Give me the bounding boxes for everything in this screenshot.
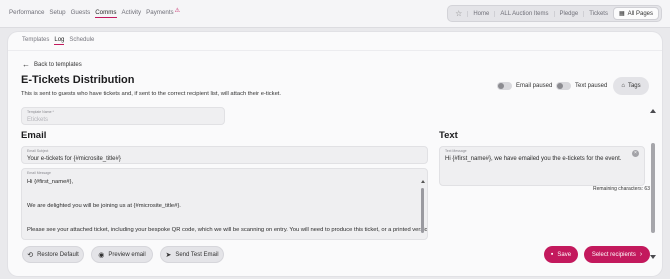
divider bbox=[8, 50, 662, 51]
nav-guests[interactable]: Guests bbox=[71, 9, 91, 18]
send-test-label: Send Test Email bbox=[175, 251, 219, 258]
scroll-up-icon[interactable] bbox=[650, 109, 656, 113]
back-label: Back to templates bbox=[34, 61, 82, 68]
message-line: We are delighted you will be joining us … bbox=[27, 203, 181, 209]
save-icon: ▪ bbox=[550, 251, 554, 258]
nav-activity[interactable]: Activity bbox=[122, 9, 142, 18]
toolbar-pledge[interactable]: Pledge bbox=[553, 10, 584, 17]
page-title: E-Tickets Distribution bbox=[21, 74, 135, 86]
save-button[interactable]: ▪ Save bbox=[544, 246, 578, 263]
email-subject-label: Email Subject bbox=[27, 149, 49, 153]
tab-templates[interactable]: Templates bbox=[22, 37, 49, 45]
email-message-body: Hi {#first_name#}, We are delighted you … bbox=[27, 178, 428, 234]
top-bar: Performance Setup Guests Comms Activity … bbox=[0, 0, 670, 28]
save-label: Save bbox=[557, 251, 572, 258]
main-panel: Templates Log Schedule ← Back to templat… bbox=[8, 32, 662, 276]
quick-toolbar: ☆ Home ALL Auction Items Pledge Tickets … bbox=[447, 5, 662, 22]
preview-label: Preview email bbox=[108, 251, 146, 258]
scroll-down-icon[interactable] bbox=[650, 255, 656, 259]
tag-icon: ⌂ bbox=[621, 83, 625, 89]
warning-icon: ⚠ bbox=[174, 8, 181, 14]
send-icon: ➤ bbox=[165, 251, 172, 259]
message-line bbox=[27, 186, 427, 194]
all-pages-label: All Pages bbox=[627, 10, 653, 17]
arrow-left-icon: ← bbox=[22, 60, 30, 69]
nav-setup[interactable]: Setup bbox=[49, 9, 65, 18]
favorite-button[interactable]: ☆ bbox=[450, 9, 467, 18]
message-line bbox=[27, 210, 427, 218]
nav-payments-label: Payments bbox=[146, 9, 174, 16]
preview-email-button[interactable]: ◉ Preview email bbox=[91, 246, 153, 263]
email-message-label: Email Message bbox=[27, 171, 51, 175]
restore-label: Restore Default bbox=[37, 251, 79, 258]
grid-icon: ▦ bbox=[618, 11, 625, 17]
select-recipients-button[interactable]: Select recipients › bbox=[584, 246, 650, 263]
tags-label: Tags bbox=[627, 83, 641, 89]
chevron-right-icon: › bbox=[639, 251, 643, 258]
email-heading: Email bbox=[21, 130, 47, 141]
eye-icon: ◉ bbox=[98, 251, 105, 259]
template-name-placeholder: Etickets bbox=[27, 117, 49, 123]
remaining-characters: Remaining characters: 63 bbox=[593, 186, 650, 192]
toolbar-home[interactable]: Home bbox=[467, 10, 494, 17]
all-pages-button[interactable]: ▦ All Pages bbox=[612, 7, 659, 20]
star-icon: ☆ bbox=[455, 9, 463, 18]
nav-payments[interactable]: Payments⚠ bbox=[146, 8, 181, 18]
tab-log[interactable]: Log bbox=[54, 37, 65, 45]
toggle-switch[interactable] bbox=[556, 82, 571, 90]
text-heading: Text bbox=[439, 130, 458, 141]
clear-icon[interactable]: × bbox=[632, 150, 639, 157]
text-paused-toggle[interactable]: Text paused bbox=[556, 82, 607, 90]
email-message-field[interactable]: Email Message Hi {#first_name#}, We are … bbox=[21, 168, 428, 240]
page-scrollbar[interactable] bbox=[650, 109, 656, 259]
toolbar-tickets[interactable]: Tickets bbox=[583, 10, 613, 17]
template-name-label: Template Name * bbox=[27, 110, 54, 114]
tags-button[interactable]: ⌂ Tags bbox=[613, 77, 649, 95]
email-subject-field[interactable]: Email Subject Your e-tickets for {#micro… bbox=[21, 146, 428, 164]
message-scrollbar[interactable] bbox=[421, 188, 424, 233]
email-subject-value: Your e-tickets for {#microsite_title#} bbox=[27, 156, 121, 162]
email-paused-label: Email paused bbox=[516, 83, 553, 89]
nav-comms[interactable]: Comms bbox=[95, 9, 117, 18]
page-description: This is sent to guests who have tickets … bbox=[21, 91, 282, 97]
scroll-up-arrow[interactable] bbox=[421, 180, 425, 183]
toolbar-all-auction-items[interactable]: ALL Auction Items bbox=[494, 10, 553, 17]
main-nav: Performance Setup Guests Comms Activity … bbox=[9, 8, 181, 18]
tab-schedule[interactable]: Schedule bbox=[69, 37, 94, 45]
restore-icon: ⟲ bbox=[27, 251, 34, 259]
back-to-templates-link[interactable]: ← Back to templates bbox=[22, 60, 82, 69]
message-line bbox=[27, 218, 427, 226]
text-message-label: Text Message bbox=[445, 149, 467, 153]
message-line: Please see your attached ticket, includi… bbox=[27, 227, 428, 233]
email-paused-toggle[interactable]: Email paused bbox=[497, 82, 552, 90]
message-line: Hi {#first_name#}, bbox=[27, 179, 74, 185]
template-name-field[interactable]: Template Name * Etickets bbox=[21, 107, 225, 125]
sub-tabs: Templates Log Schedule bbox=[22, 37, 94, 45]
select-recipients-label: Select recipients bbox=[591, 251, 636, 258]
toggle-switch[interactable] bbox=[497, 82, 512, 90]
nav-performance[interactable]: Performance bbox=[9, 9, 44, 18]
send-test-email-button[interactable]: ➤ Send Test Email bbox=[160, 246, 224, 263]
restore-default-button[interactable]: ⟲ Restore Default bbox=[22, 246, 84, 263]
scroll-thumb[interactable] bbox=[651, 143, 655, 233]
message-line bbox=[27, 194, 427, 202]
text-message-value: Hi {#first_name#}, we have emailed you t… bbox=[445, 156, 622, 162]
text-message-field[interactable]: Text Message Hi {#first_name#}, we have … bbox=[439, 146, 645, 186]
text-paused-label: Text paused bbox=[575, 83, 608, 89]
